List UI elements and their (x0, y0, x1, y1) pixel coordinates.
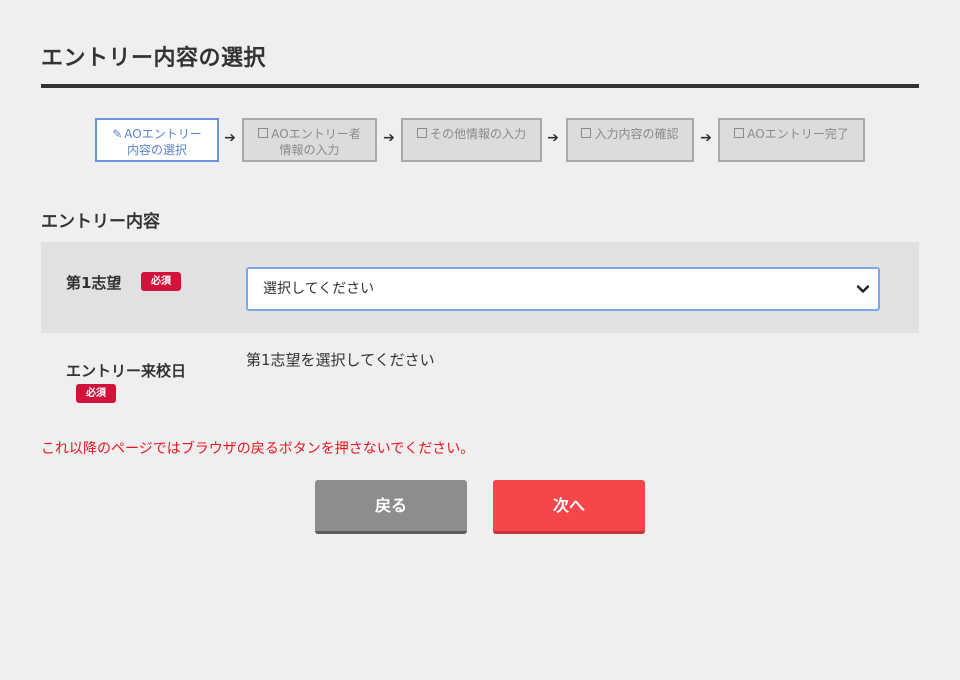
checkbox-icon (416, 128, 427, 138)
step-complete: AOエントリー完了 (718, 118, 865, 162)
page-title: エントリー内容の選択 (41, 46, 267, 71)
edit-icon: ✎ (112, 127, 123, 141)
step-confirm: 入力内容の確認 (566, 118, 694, 162)
arrow-right-icon: ➔ (700, 130, 712, 146)
checkbox-icon (581, 128, 592, 138)
entry-selection-page: エントリー内容の選択 ✎ AOエントリー 内容の選択 ➔ AOエントリー者 情報の… (0, 0, 960, 680)
chevron-down-icon (856, 285, 870, 293)
entry-date-row: エントリー来校日 必須 第1志望を選択してください (41, 340, 919, 410)
step-label-line2: 内容の選択 (126, 143, 187, 157)
first-choice-label: 第1志望 (66, 274, 122, 292)
arrow-right-icon: ➔ (383, 130, 395, 146)
back-button-warning: これ以降のページではブラウザの戻るボタンを押さないでください。 (41, 441, 475, 457)
progress-steps: ✎ AOエントリー 内容の選択 ➔ AOエントリー者 情報の入力 ➔ その他情報の… (95, 118, 895, 166)
checkbox-icon (258, 128, 269, 138)
select-value: 選択してください (263, 281, 375, 297)
back-button[interactable]: 戻る (315, 480, 467, 534)
step-label-line1: AOエントリー (124, 127, 202, 141)
step-ao-entry-selection: ✎ AOエントリー 内容の選択 (95, 118, 219, 162)
checkbox-icon (734, 128, 745, 138)
section-heading: エントリー内容 (41, 212, 160, 232)
first-choice-select[interactable]: 選択してください (246, 267, 880, 311)
step-label-line1: AOエントリー者 (271, 127, 361, 141)
next-button[interactable]: 次へ (493, 480, 645, 534)
arrow-right-icon: ➔ (224, 130, 236, 146)
required-badge: 必須 (76, 384, 116, 403)
step-label-line2: 情報の入力 (279, 143, 340, 157)
required-badge: 必須 (141, 272, 181, 291)
step-entrant-info: AOエントリー者 情報の入力 (242, 118, 377, 162)
entry-date-message: 第1志望を選択してください (246, 351, 435, 369)
first-choice-row: 第1志望 必須 選択してください (41, 242, 919, 333)
step-label-line1: その他情報の入力 (429, 127, 526, 141)
entry-date-label: エントリー来校日 (66, 362, 187, 380)
step-other-info: その他情報の入力 (401, 118, 542, 162)
arrow-right-icon: ➔ (547, 130, 559, 146)
step-label-line1: AOエントリー完了 (747, 127, 849, 141)
title-divider (41, 84, 919, 88)
step-label-line1: 入力内容の確認 (594, 127, 679, 141)
